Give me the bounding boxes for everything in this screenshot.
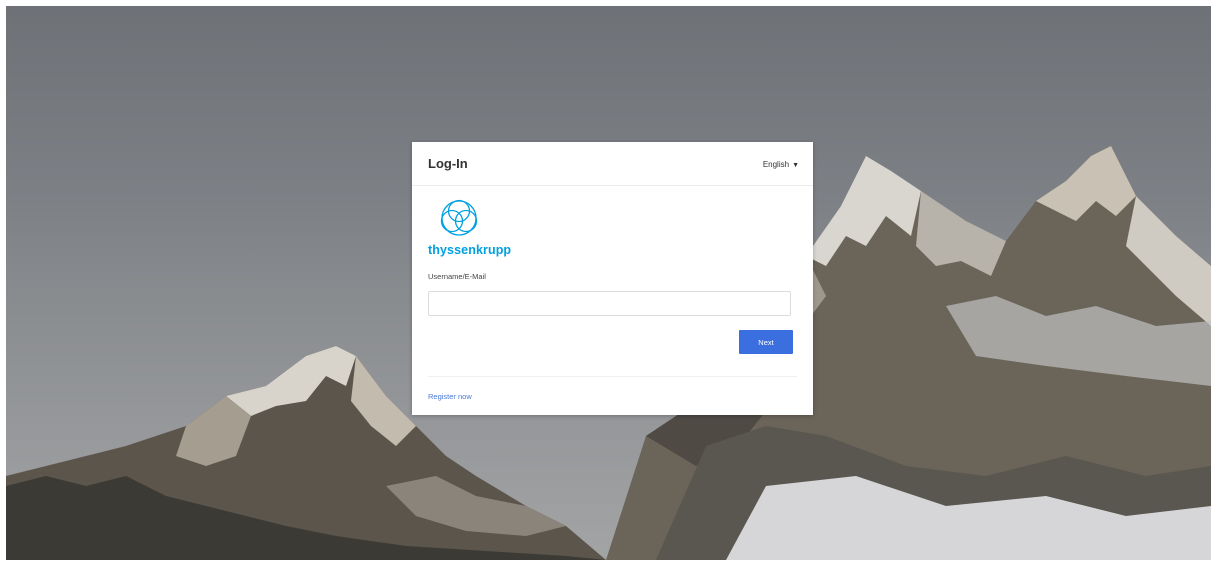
brand-name: thyssenkrupp bbox=[428, 243, 512, 257]
brand-logo: thyssenkrupp bbox=[428, 198, 511, 258]
thyssenkrupp-logo-icon bbox=[440, 199, 478, 236]
divider bbox=[428, 376, 797, 377]
register-link[interactable]: Register now bbox=[428, 392, 472, 401]
login-card: Log-In English ▼ thyssenkrupp Username/E-… bbox=[412, 142, 813, 415]
page-title: Log-In bbox=[428, 156, 468, 171]
language-selector[interactable]: English ▼ bbox=[763, 160, 799, 169]
login-header: Log-In English ▼ bbox=[412, 142, 813, 186]
username-input[interactable] bbox=[428, 291, 791, 316]
next-button[interactable]: Next bbox=[739, 330, 793, 354]
language-label: English bbox=[762, 160, 790, 169]
caret-down-icon: ▼ bbox=[792, 162, 799, 169]
username-label: Username/E-Mail bbox=[428, 272, 486, 281]
